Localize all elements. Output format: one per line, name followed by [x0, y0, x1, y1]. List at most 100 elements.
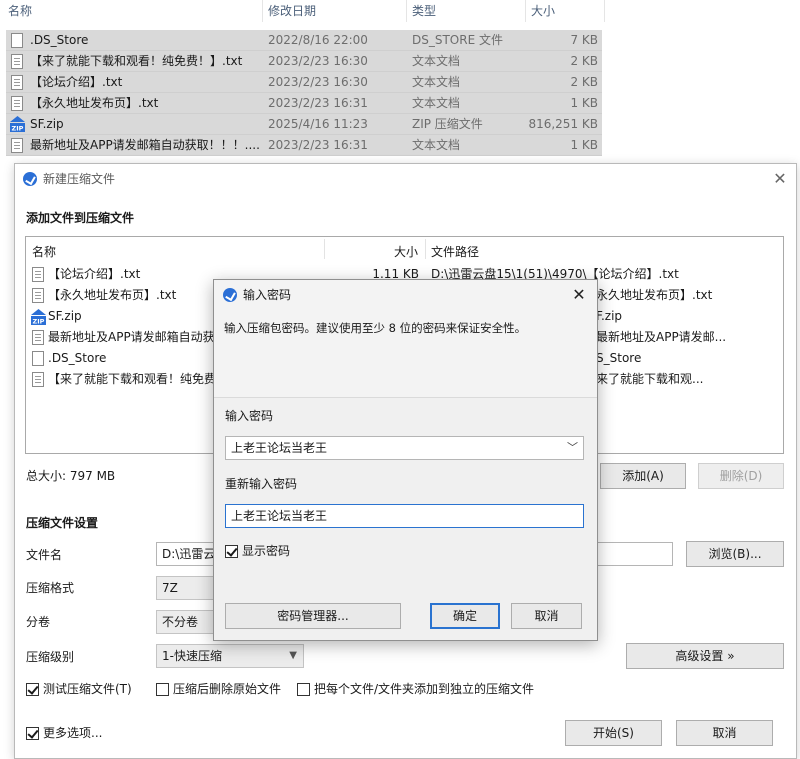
column-header-date[interactable]: 修改日期	[268, 0, 316, 22]
column-divider[interactable]	[262, 0, 263, 22]
reenter-password-label: 重新输入密码	[225, 477, 298, 491]
file-row[interactable]: 【永久地址发布页】.txt 2023/2/23 16:31 文本文档 1 KB	[6, 93, 602, 114]
column-divider[interactable]	[425, 239, 426, 259]
file-date: 2023/2/23 16:30	[268, 54, 368, 68]
file-type: DS_STORE 文件	[412, 33, 503, 47]
separate-archives-checkbox[interactable]	[297, 683, 310, 696]
zip-icon: ZIP	[10, 116, 25, 133]
text-file-icon	[32, 372, 44, 387]
reenter-password-input[interactable]: 上老王论坛当老王	[225, 504, 584, 528]
zip-icon: ZIP	[31, 309, 46, 326]
file-size: 816,251 KB	[528, 117, 598, 131]
close-icon[interactable]: ✕	[569, 285, 589, 305]
add-button[interactable]: 添加(A)	[600, 463, 686, 489]
file-date: 2023/2/23 16:30	[268, 75, 368, 89]
section-title-settings: 压缩文件设置	[26, 516, 99, 530]
list-header-name[interactable]: 名称	[32, 243, 56, 260]
level-select[interactable]: 1-快速压缩 ▼	[156, 644, 304, 668]
delete-button[interactable]: 删除(D)	[698, 463, 784, 489]
password-input[interactable]: 上老王论坛当老王 ﹀	[225, 436, 584, 460]
format-label: 压缩格式	[26, 581, 75, 595]
text-file-icon	[32, 330, 44, 345]
reenter-password-value: 上老王论坛当老王	[231, 509, 328, 523]
delete-after-checkbox[interactable]	[156, 683, 169, 696]
text-file-icon	[32, 288, 44, 303]
file-icon	[32, 351, 44, 366]
text-file-icon	[11, 54, 23, 69]
delete-after-label[interactable]: 压缩后删除原始文件	[173, 681, 281, 697]
list-header-size[interactable]: 大小	[394, 243, 418, 260]
file-row[interactable]: ZIP SF.zip 2025/4/16 11:23 ZIP 压缩文件 816,…	[6, 114, 602, 135]
explorer-header: 名称 修改日期 类型 大小	[0, 0, 800, 22]
list-item-path: 来了就能下载和观...	[596, 372, 704, 386]
list-item-name: 最新地址及APP请发邮箱自动获	[48, 330, 215, 344]
more-options-label[interactable]: 更多选项...	[43, 725, 102, 741]
column-divider[interactable]	[406, 0, 407, 22]
dialog-title: 输入密码	[243, 288, 292, 302]
list-header-path[interactable]: 文件路径	[431, 243, 479, 260]
list-item-name: 【永久地址发布页】.txt	[48, 288, 177, 302]
file-type: 文本文档	[412, 54, 461, 68]
cancel-button[interactable]: 取消	[511, 603, 582, 629]
file-type: 文本文档	[412, 96, 461, 110]
column-divider[interactable]	[525, 0, 526, 22]
password-value: 上老王论坛当老王	[231, 441, 328, 455]
password-hint: 输入压缩包密码。建议使用至少 8 位的密码来保证安全性。	[224, 321, 527, 335]
show-password-label[interactable]: 显示密码	[242, 543, 290, 559]
text-file-icon	[11, 138, 23, 153]
file-date: 2022/8/16 22:00	[268, 33, 368, 47]
column-divider[interactable]	[324, 239, 325, 259]
file-row[interactable]: 【来了就能下载和观看！纯免费！】.txt 2023/2/23 16:30 文本文…	[6, 51, 602, 72]
svg-text:ZIP: ZIP	[33, 318, 45, 326]
password-dialog: 输入密码 ✕ 输入压缩包密码。建议使用至少 8 位的密码来保证安全性。 输入密码…	[213, 279, 598, 641]
file-name: 【永久地址发布页】.txt	[30, 96, 159, 110]
list-item-path: S_Store	[596, 351, 642, 365]
test-archive-checkbox[interactable]	[26, 683, 39, 696]
filename-label: 文件名	[26, 548, 63, 562]
format-value: 7Z	[162, 581, 178, 595]
password-manager-button[interactable]: 密码管理器...	[225, 603, 401, 629]
column-header-size[interactable]: 大小	[531, 0, 555, 22]
list-item-name: .DS_Store	[48, 351, 107, 365]
column-divider[interactable]	[604, 0, 605, 22]
chevron-down-icon[interactable]: ﹀	[567, 437, 578, 459]
file-size: 1 KB	[570, 96, 598, 110]
app-logo-icon	[223, 288, 237, 302]
file-type: ZIP 压缩文件	[412, 117, 483, 131]
advanced-settings-button[interactable]: 高级设置 »	[626, 643, 784, 669]
close-icon[interactable]: ✕	[770, 169, 790, 189]
file-explorer: 名称 修改日期 类型 大小 .DS_Store 2022/8/16 22:00 …	[0, 0, 800, 165]
file-type: 文本文档	[412, 138, 461, 152]
dialog-header-area: 输入密码 ✕ 输入压缩包密码。建议使用至少 8 位的密码来保证安全性。	[214, 280, 597, 398]
show-password-checkbox[interactable]	[225, 545, 238, 558]
file-row[interactable]: .DS_Store 2022/8/16 22:00 DS_STORE 文件 7 …	[6, 30, 602, 51]
split-value: 不分卷	[162, 615, 199, 629]
file-type: 文本文档	[412, 75, 461, 89]
file-row[interactable]: 最新地址及APP请发邮箱自动获取！！！.... 2023/2/23 16:31 …	[6, 135, 602, 156]
split-label: 分卷	[26, 615, 51, 629]
text-file-icon	[11, 75, 23, 90]
cancel-button[interactable]: 取消	[676, 720, 773, 746]
app-logo-icon	[23, 172, 37, 186]
file-name: .DS_Store	[30, 33, 89, 47]
text-file-icon	[11, 96, 23, 111]
more-options-checkbox[interactable]	[26, 727, 39, 740]
window-titlebar[interactable]: 新建压缩文件 ✕	[15, 164, 796, 194]
file-date: 2025/4/16 11:23	[268, 117, 368, 131]
file-icon	[11, 33, 23, 48]
text-file-icon	[32, 267, 44, 282]
ok-button[interactable]: 确定	[430, 603, 500, 629]
column-header-name[interactable]: 名称	[8, 0, 32, 22]
browse-button[interactable]: 浏览(B)...	[686, 541, 784, 567]
file-row[interactable]: 【论坛介绍】.txt 2023/2/23 16:30 文本文档 2 KB	[6, 72, 602, 93]
list-item-name: 【来了就能下载和观看！纯免费	[48, 372, 217, 386]
svg-text:ZIP: ZIP	[12, 125, 24, 133]
file-name: 【论坛介绍】.txt	[30, 75, 123, 89]
chevron-down-icon: ▼	[289, 650, 297, 661]
test-archive-label[interactable]: 测试压缩文件(T)	[43, 681, 132, 697]
column-header-type[interactable]: 类型	[412, 0, 436, 22]
separate-archives-label[interactable]: 把每个文件/文件夹添加到独立的压缩文件	[314, 681, 534, 697]
section-title-add-files: 添加文件到压缩文件	[26, 211, 135, 225]
dialog-body: 输入密码 上老王论坛当老王 ﹀ 重新输入密码 上老王论坛当老王 显示密码 密码管…	[214, 398, 597, 640]
start-button[interactable]: 开始(S)	[565, 720, 662, 746]
